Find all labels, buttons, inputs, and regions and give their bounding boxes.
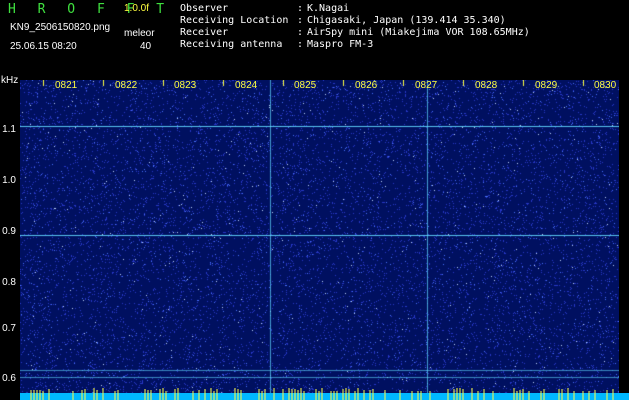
freq-label: 1.0 [2,175,16,186]
time-label: 0825 [294,80,317,91]
time-label: 0826 [355,80,378,91]
time-label: 0823 [174,80,197,91]
time-label: 0830 [594,80,617,91]
freq-label: 0.6 [2,373,16,384]
time-label: 0824 [235,80,258,91]
freq-label: 0.9 [2,226,16,237]
freq-label: 1.1 [2,124,16,135]
time-label: 0827 [415,80,438,91]
time-label: 0828 [475,80,498,91]
time-label: 0821 [55,80,78,91]
spectrogram-overlay [30,388,614,400]
freq-label: 0.8 [2,277,16,288]
time-label: 0829 [535,80,558,91]
time-label: 0822 [115,80,138,91]
freq-label: 0.7 [2,323,16,334]
